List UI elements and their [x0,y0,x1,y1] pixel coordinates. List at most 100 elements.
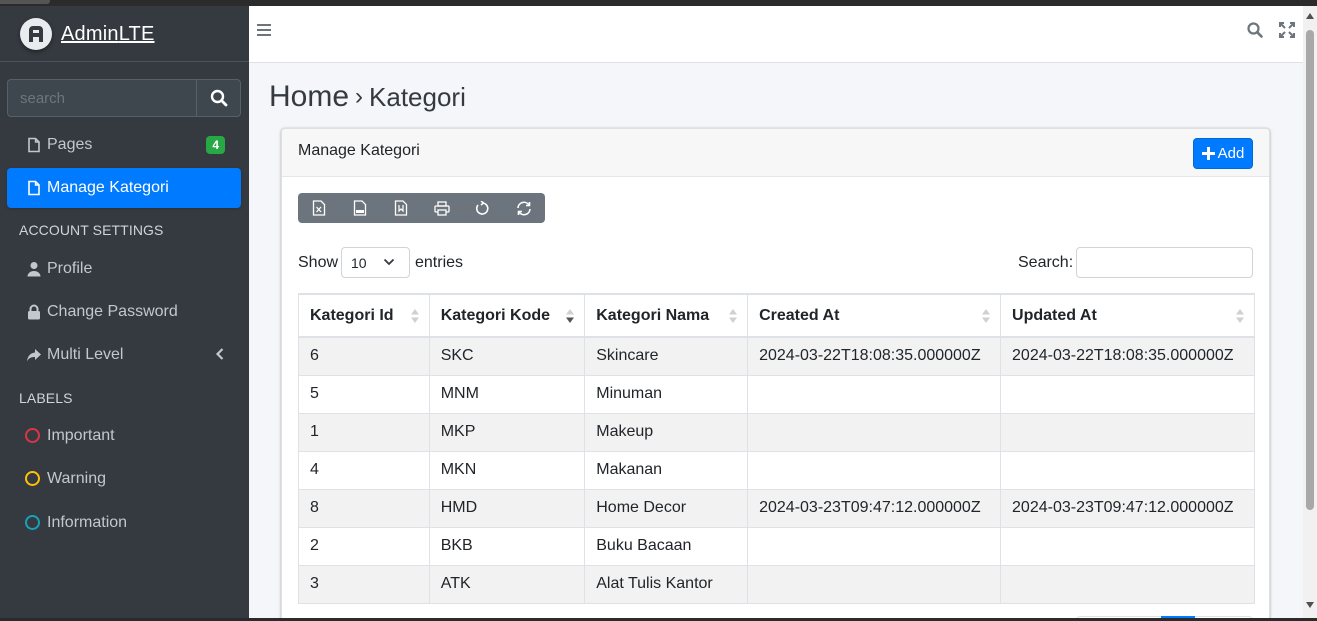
cell-created-at [747,374,1002,414]
sidebar-item-profile[interactable]: Profile [7,249,241,289]
export-excel-button[interactable] [298,193,339,223]
table-row[interactable]: 6 SKC Skincare 2024-03-22T18:08:35.00000… [298,336,1255,376]
column-header-label: Updated At [1012,306,1097,324]
plus-icon [1201,147,1215,160]
hamburger-menu-icon[interactable] [257,23,271,37]
sort-icon [1236,309,1244,323]
vertical-scrollbar[interactable] [1303,6,1317,618]
cell-kategori-nama: Minuman [584,374,749,414]
cell-kategori-nama: Makeup [584,412,749,452]
sidebar-label-warning[interactable]: Warning [7,459,241,499]
sidebar-item-pages[interactable]: Pages 4 [7,125,241,165]
kategori-card: Manage Kategori Add Show 10 entries Sear… [281,128,1270,618]
sidebar-search [7,79,241,117]
sort-desc-icon [566,309,575,323]
lock-icon [28,304,40,320]
search-icon[interactable] [1247,22,1263,38]
content-wrapper: Home › Kategori Manage Kategori Add Show… [249,6,1303,618]
sidebar-item-manage-kategori[interactable]: Manage Kategori [7,168,241,208]
cell-kategori-id: 6 [298,336,430,376]
sidebar-search-input[interactable] [7,79,196,117]
refresh-icon [516,201,531,215]
brand-name-light: LTE [118,23,155,45]
cell-created-at [747,526,1002,566]
sidebar-item-label: Profile [47,260,93,277]
sidebar-label-important[interactable]: Important [7,416,241,456]
cell-kategori-nama: Makanan [584,450,749,490]
sidebar-item-label: Warning [47,470,106,487]
chevron-left-icon[interactable] [215,347,225,361]
top-navbar [249,6,1303,63]
column-header-kategori-id[interactable]: Kategori Id [298,293,430,338]
sidebar-search-button[interactable] [196,79,241,117]
brand-name-bold: Admin [61,23,119,45]
cell-created-at: 2024-03-22T18:08:35.000000Z [747,336,1002,376]
cell-kategori-nama: Buku Bacaan [584,526,749,566]
print-icon [433,200,450,216]
table-row[interactable]: 4 MKN Makanan [298,450,1255,490]
sidebar-item-change-password[interactable]: Change Password [7,292,241,332]
account-settings-header: ACCOUNT SETTINGS [19,222,164,238]
brand-link[interactable]: AdminLTE [0,6,249,62]
add-button[interactable]: Add [1193,138,1253,169]
cell-updated-at: 2024-03-23T09:47:12.000000Z [1000,488,1255,528]
cell-kategori-nama: Alat Tulis Kantor [584,564,749,604]
breadcrumb-home[interactable]: Home [269,80,349,113]
fullscreen-icon[interactable] [1279,22,1295,38]
export-toolbar [298,193,545,223]
user-icon [27,262,41,277]
sidebar: AdminLTE Pages 4 Manage Kategori ACCOUNT… [0,6,249,618]
page-title: Home › Kategori [269,80,466,114]
cell-kategori-id: 2 [298,526,430,566]
pdf-icon [394,200,407,216]
export-csv-button[interactable] [339,193,380,223]
file-icon [28,180,40,196]
table-search-label: Search: [1018,254,1074,271]
print-button[interactable] [421,193,462,223]
column-header-updated-at[interactable]: Updated At [1000,293,1255,338]
card-header: Manage Kategori Add [282,129,1269,177]
reload-button[interactable] [462,193,503,223]
column-header-label: Kategori Nama [596,306,710,324]
export-pdf-button[interactable] [380,193,421,223]
scrollbar-thumb[interactable] [1306,30,1314,510]
table-row[interactable]: 2 BKB Buku Bacaan [298,526,1255,566]
sort-icon [729,309,738,323]
entries-select[interactable]: 10 [341,247,410,278]
table-row[interactable]: 3 ATK Alat Tulis Kantor [298,564,1255,604]
sidebar-item-multi-level[interactable]: Multi Level [7,335,241,375]
sidebar-label-information[interactable]: Information [7,503,241,543]
show-label: Show [298,254,339,271]
cell-updated-at [1000,412,1255,452]
refresh-button[interactable] [503,193,544,223]
scroll-down-arrow-icon[interactable] [1305,601,1315,609]
card-title: Manage Kategori [298,142,420,159]
circle-danger-icon [25,428,40,443]
adminlte-logo-icon [29,26,43,42]
cell-kategori-id: 5 [298,374,430,414]
cell-updated-at: 2024-03-22T18:08:35.000000Z [1000,336,1255,376]
csv-icon [353,200,366,216]
circle-info-icon [25,515,40,530]
cell-kategori-kode: ATK [428,564,586,604]
circle-warning-icon [25,471,40,486]
table-row[interactable]: 1 MKP Makeup [298,412,1255,452]
cell-updated-at [1000,526,1255,566]
brand-text[interactable]: AdminLTE [61,23,155,46]
table-row[interactable]: 5 MNM Minuman [298,374,1255,414]
table-search-input[interactable] [1076,247,1253,278]
cell-kategori-kode: SKC [428,336,586,376]
sidebar-item-label: Change Password [47,303,178,320]
sidebar-item-label: Pages [47,136,93,153]
column-header-created-at[interactable]: Created At [747,293,1002,338]
kategori-table: Kategori Id Kategori Kode Kategori Nama … [298,293,1255,604]
browser-tab-stub[interactable] [0,0,50,4]
table-row[interactable]: 8 HMD Home Decor 2024-03-23T09:47:12.000… [298,488,1255,528]
column-header-kategori-nama[interactable]: Kategori Nama [584,293,749,338]
column-header-kategori-kode[interactable]: Kategori Kode [428,293,586,338]
cell-updated-at [1000,374,1255,414]
scroll-up-arrow-icon[interactable] [1305,12,1315,20]
brand-logo [20,18,52,50]
breadcrumb-current: Kategori [369,82,466,112]
cell-updated-at [1000,564,1255,604]
